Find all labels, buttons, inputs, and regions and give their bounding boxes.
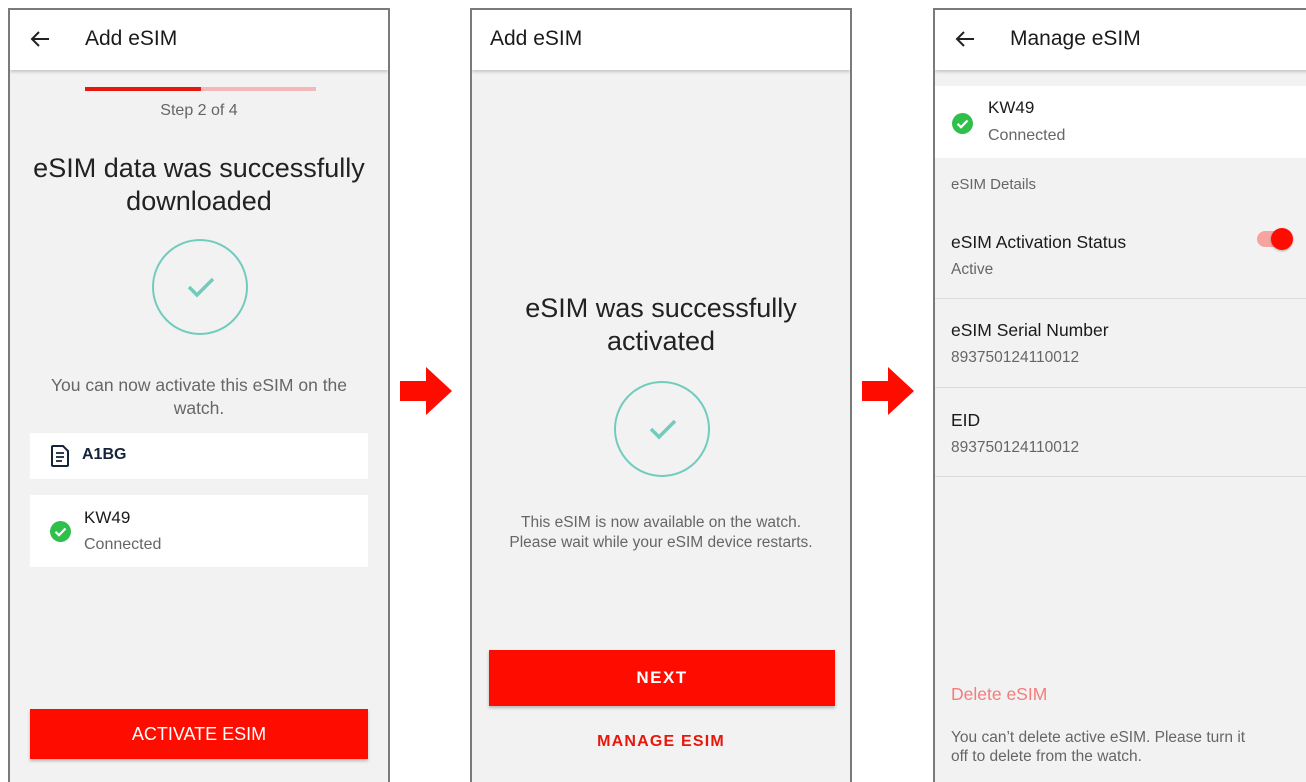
checkmark-icon (649, 419, 677, 440)
sim-card-icon (51, 445, 69, 467)
connected-check-icon (952, 113, 973, 134)
success-check-circle (614, 381, 710, 477)
network-name: KW49 (988, 98, 1035, 117)
network-name: KW49 (84, 508, 131, 527)
back-arrow-icon[interactable] (955, 29, 975, 49)
next-button[interactable]: NEXT (489, 650, 835, 706)
page-title: Manage eSIM (1010, 27, 1141, 50)
add-esim-activated-screen: Add eSIM eSIM was successfully activated… (470, 8, 852, 782)
sim-card-label: A1BG (82, 446, 127, 463)
section-header: eSIM Details (951, 176, 1037, 193)
step-progress-bar (85, 87, 316, 91)
network-status: Connected (84, 536, 162, 553)
page-title: Add eSIM (85, 27, 178, 50)
activated-headline-line1: eSIM was successfully (525, 293, 797, 323)
manage-esim-link[interactable]: MANAGE ESIM (472, 733, 850, 751)
step-indicator: Step 2 of 4 (160, 102, 238, 119)
network-card: KW49 Connected (935, 86, 1306, 158)
checkmark-icon (187, 277, 215, 298)
success-headline-line2: downloaded (126, 186, 272, 216)
delete-esim-button[interactable]: Delete eSIM (951, 684, 1047, 705)
connected-check-icon (50, 521, 71, 542)
divider (935, 476, 1306, 477)
flow-arrow-icon (862, 367, 914, 415)
info-text-line2: Please wait while your eSIM device resta… (509, 534, 813, 551)
activate-esim-button[interactable]: ACTIVATE ESIM (30, 709, 368, 759)
sim-card-row: A1BG (30, 433, 368, 479)
success-headline-line1: eSIM data was successfully (33, 153, 365, 183)
info-text-line2: watch. (173, 398, 225, 418)
flow-arrow-icon (400, 367, 452, 415)
success-check-circle (152, 239, 248, 335)
add-esim-download-screen: Add eSIM Step 2 of 4 eSIM data was succe… (8, 8, 390, 782)
serial-number-label: eSIM Serial Number (951, 320, 1109, 340)
app-bar: Manage eSIM (935, 10, 1306, 70)
activation-status-value: Active (951, 261, 994, 278)
page-title: Add eSIM (490, 27, 583, 50)
activation-status-label: eSIM Activation Status (951, 232, 1127, 252)
info-text-line1: You can now activate this eSIM on the (50, 375, 348, 395)
eid-value: 893750124110012 (951, 439, 1080, 456)
serial-number-value: 893750124110012 (951, 349, 1080, 366)
step-progress-fill (85, 87, 201, 91)
network-card: KW49 Connected (30, 495, 368, 567)
divider (935, 298, 1306, 299)
delete-note-line1: You can’t delete active eSIM. Please tur… (951, 729, 1246, 746)
info-text-line1: This eSIM is now available on the watch. (521, 514, 801, 531)
app-bar: Add eSIM (10, 10, 388, 70)
network-status: Connected (988, 127, 1066, 144)
divider (935, 387, 1306, 388)
activation-toggle[interactable] (1271, 228, 1293, 250)
manage-esim-screen: Manage eSIM KW49 Connected eSIM Details … (933, 8, 1306, 782)
activated-headline-line2: activated (606, 326, 716, 356)
delete-note-line2: off to delete from the watch. (951, 748, 1142, 765)
app-bar: Add eSIM (472, 10, 850, 70)
eid-label: EID (951, 410, 981, 430)
back-arrow-icon[interactable] (30, 29, 50, 49)
